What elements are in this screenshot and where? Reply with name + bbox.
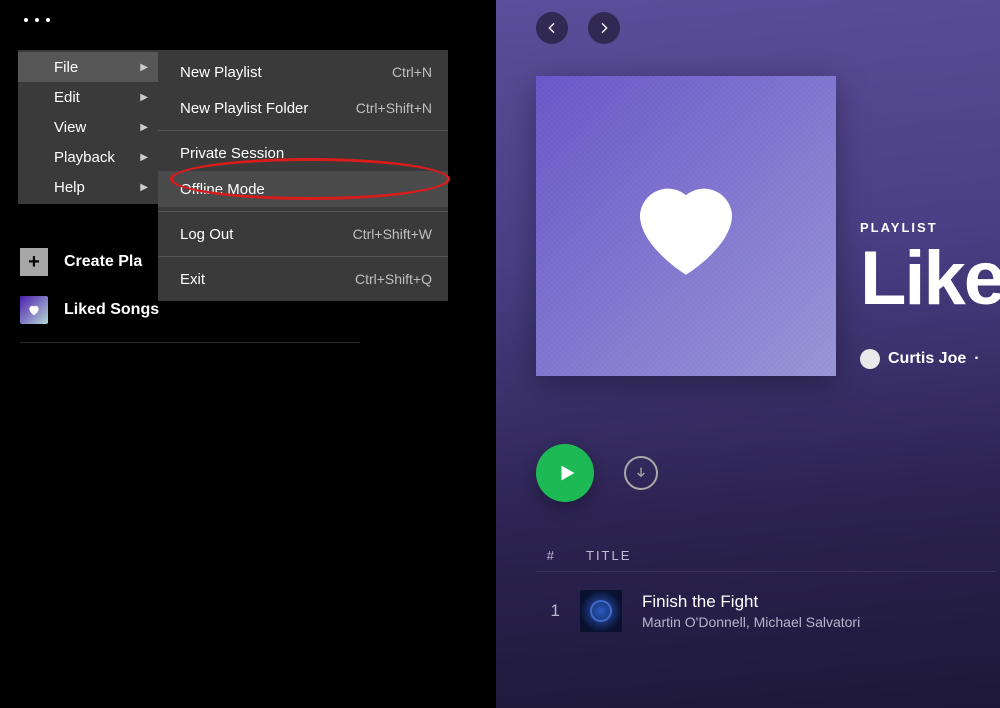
col-title: TITLE (586, 548, 631, 563)
download-button[interactable] (624, 456, 658, 490)
submenu-exit[interactable]: Exit Ctrl+Shift+Q (158, 261, 448, 297)
playlist-label: PLAYLIST (860, 220, 1000, 235)
file-submenu: New Playlist Ctrl+N New Playlist Folder … (158, 50, 448, 301)
shortcut-text: Ctrl+Shift+Q (355, 271, 432, 287)
col-number: # (536, 548, 556, 563)
avatar (860, 349, 880, 369)
playlist-cover (536, 76, 836, 376)
submenu-label: Log Out (180, 226, 233, 243)
chevron-right-icon: ▶ (140, 122, 148, 133)
track-title: Finish the Fight (642, 592, 860, 612)
play-button[interactable] (536, 444, 594, 502)
menu-label: Help (54, 179, 85, 196)
owner-sep: · (974, 350, 979, 368)
sidebar-panel: File ▶ Edit ▶ View ▶ Playback ▶ Help ▶ (0, 0, 496, 708)
heart-icon (20, 296, 48, 324)
owner-name: Curtis Joe (888, 350, 966, 368)
shortcut-text: Ctrl+N (392, 64, 432, 80)
submenu-new-playlist-folder[interactable]: New Playlist Folder Ctrl+Shift+N (158, 90, 448, 126)
track-thumbnail (580, 590, 622, 632)
menu-label: File (54, 59, 78, 76)
menu-file[interactable]: File ▶ (18, 52, 158, 82)
menu-label: View (54, 119, 86, 136)
nav-back-button[interactable] (536, 12, 568, 44)
play-icon (556, 462, 578, 484)
download-icon (633, 465, 649, 481)
shortcut-text: Ctrl+Shift+N (356, 100, 432, 116)
nav-forward-button[interactable] (588, 12, 620, 44)
track-artist: Martin O'Donnell, Michael Salvatori (642, 614, 860, 630)
submenu-label: Offline Mode (180, 181, 265, 198)
menu-playback[interactable]: Playback ▶ (18, 142, 158, 172)
main-content: PLAYLIST Like Curtis Joe · # TITLE (496, 0, 1000, 708)
menu-label: Playback (54, 149, 115, 166)
chevron-right-icon: ▶ (140, 92, 148, 103)
submenu-offline-mode[interactable]: Offline Mode (158, 171, 448, 207)
playlist-owner-row[interactable]: Curtis Joe · (860, 349, 1000, 369)
submenu-private-session[interactable]: Private Session (158, 135, 448, 171)
chevron-right-icon: ▶ (140, 152, 148, 163)
submenu-log-out[interactable]: Log Out Ctrl+Shift+W (158, 216, 448, 252)
sidebar-item-label: Liked Songs (64, 301, 159, 319)
track-row[interactable]: 1 Finish the Fight Martin O'Donnell, Mic… (536, 572, 1000, 632)
playlist-title: Like (860, 241, 1000, 317)
track-number: 1 (536, 601, 560, 621)
submenu-label: Exit (180, 271, 205, 288)
chevron-right-icon: ▶ (140, 182, 148, 193)
menu-separator (158, 211, 448, 212)
menu-label: Edit (54, 89, 80, 106)
divider (20, 342, 360, 343)
submenu-new-playlist[interactable]: New Playlist Ctrl+N (158, 54, 448, 90)
menu-separator (158, 130, 448, 131)
heart-icon (621, 161, 751, 291)
submenu-label: New Playlist (180, 64, 262, 81)
menu-view[interactable]: View ▶ (18, 112, 158, 142)
menubar: File ▶ Edit ▶ View ▶ Playback ▶ Help ▶ (18, 50, 158, 204)
menu-help[interactable]: Help ▶ (18, 172, 158, 202)
chevron-right-icon: ▶ (140, 62, 148, 73)
shortcut-text: Ctrl+Shift+W (353, 226, 432, 242)
menu-separator (158, 256, 448, 257)
plus-icon: + (20, 248, 48, 276)
track-header: # TITLE (536, 548, 996, 572)
sidebar-item-label: Create Pla (64, 253, 142, 271)
menu-edit[interactable]: Edit ▶ (18, 82, 158, 112)
submenu-label: New Playlist Folder (180, 100, 308, 117)
submenu-label: Private Session (180, 145, 284, 162)
window-menu-dots[interactable] (0, 10, 496, 30)
